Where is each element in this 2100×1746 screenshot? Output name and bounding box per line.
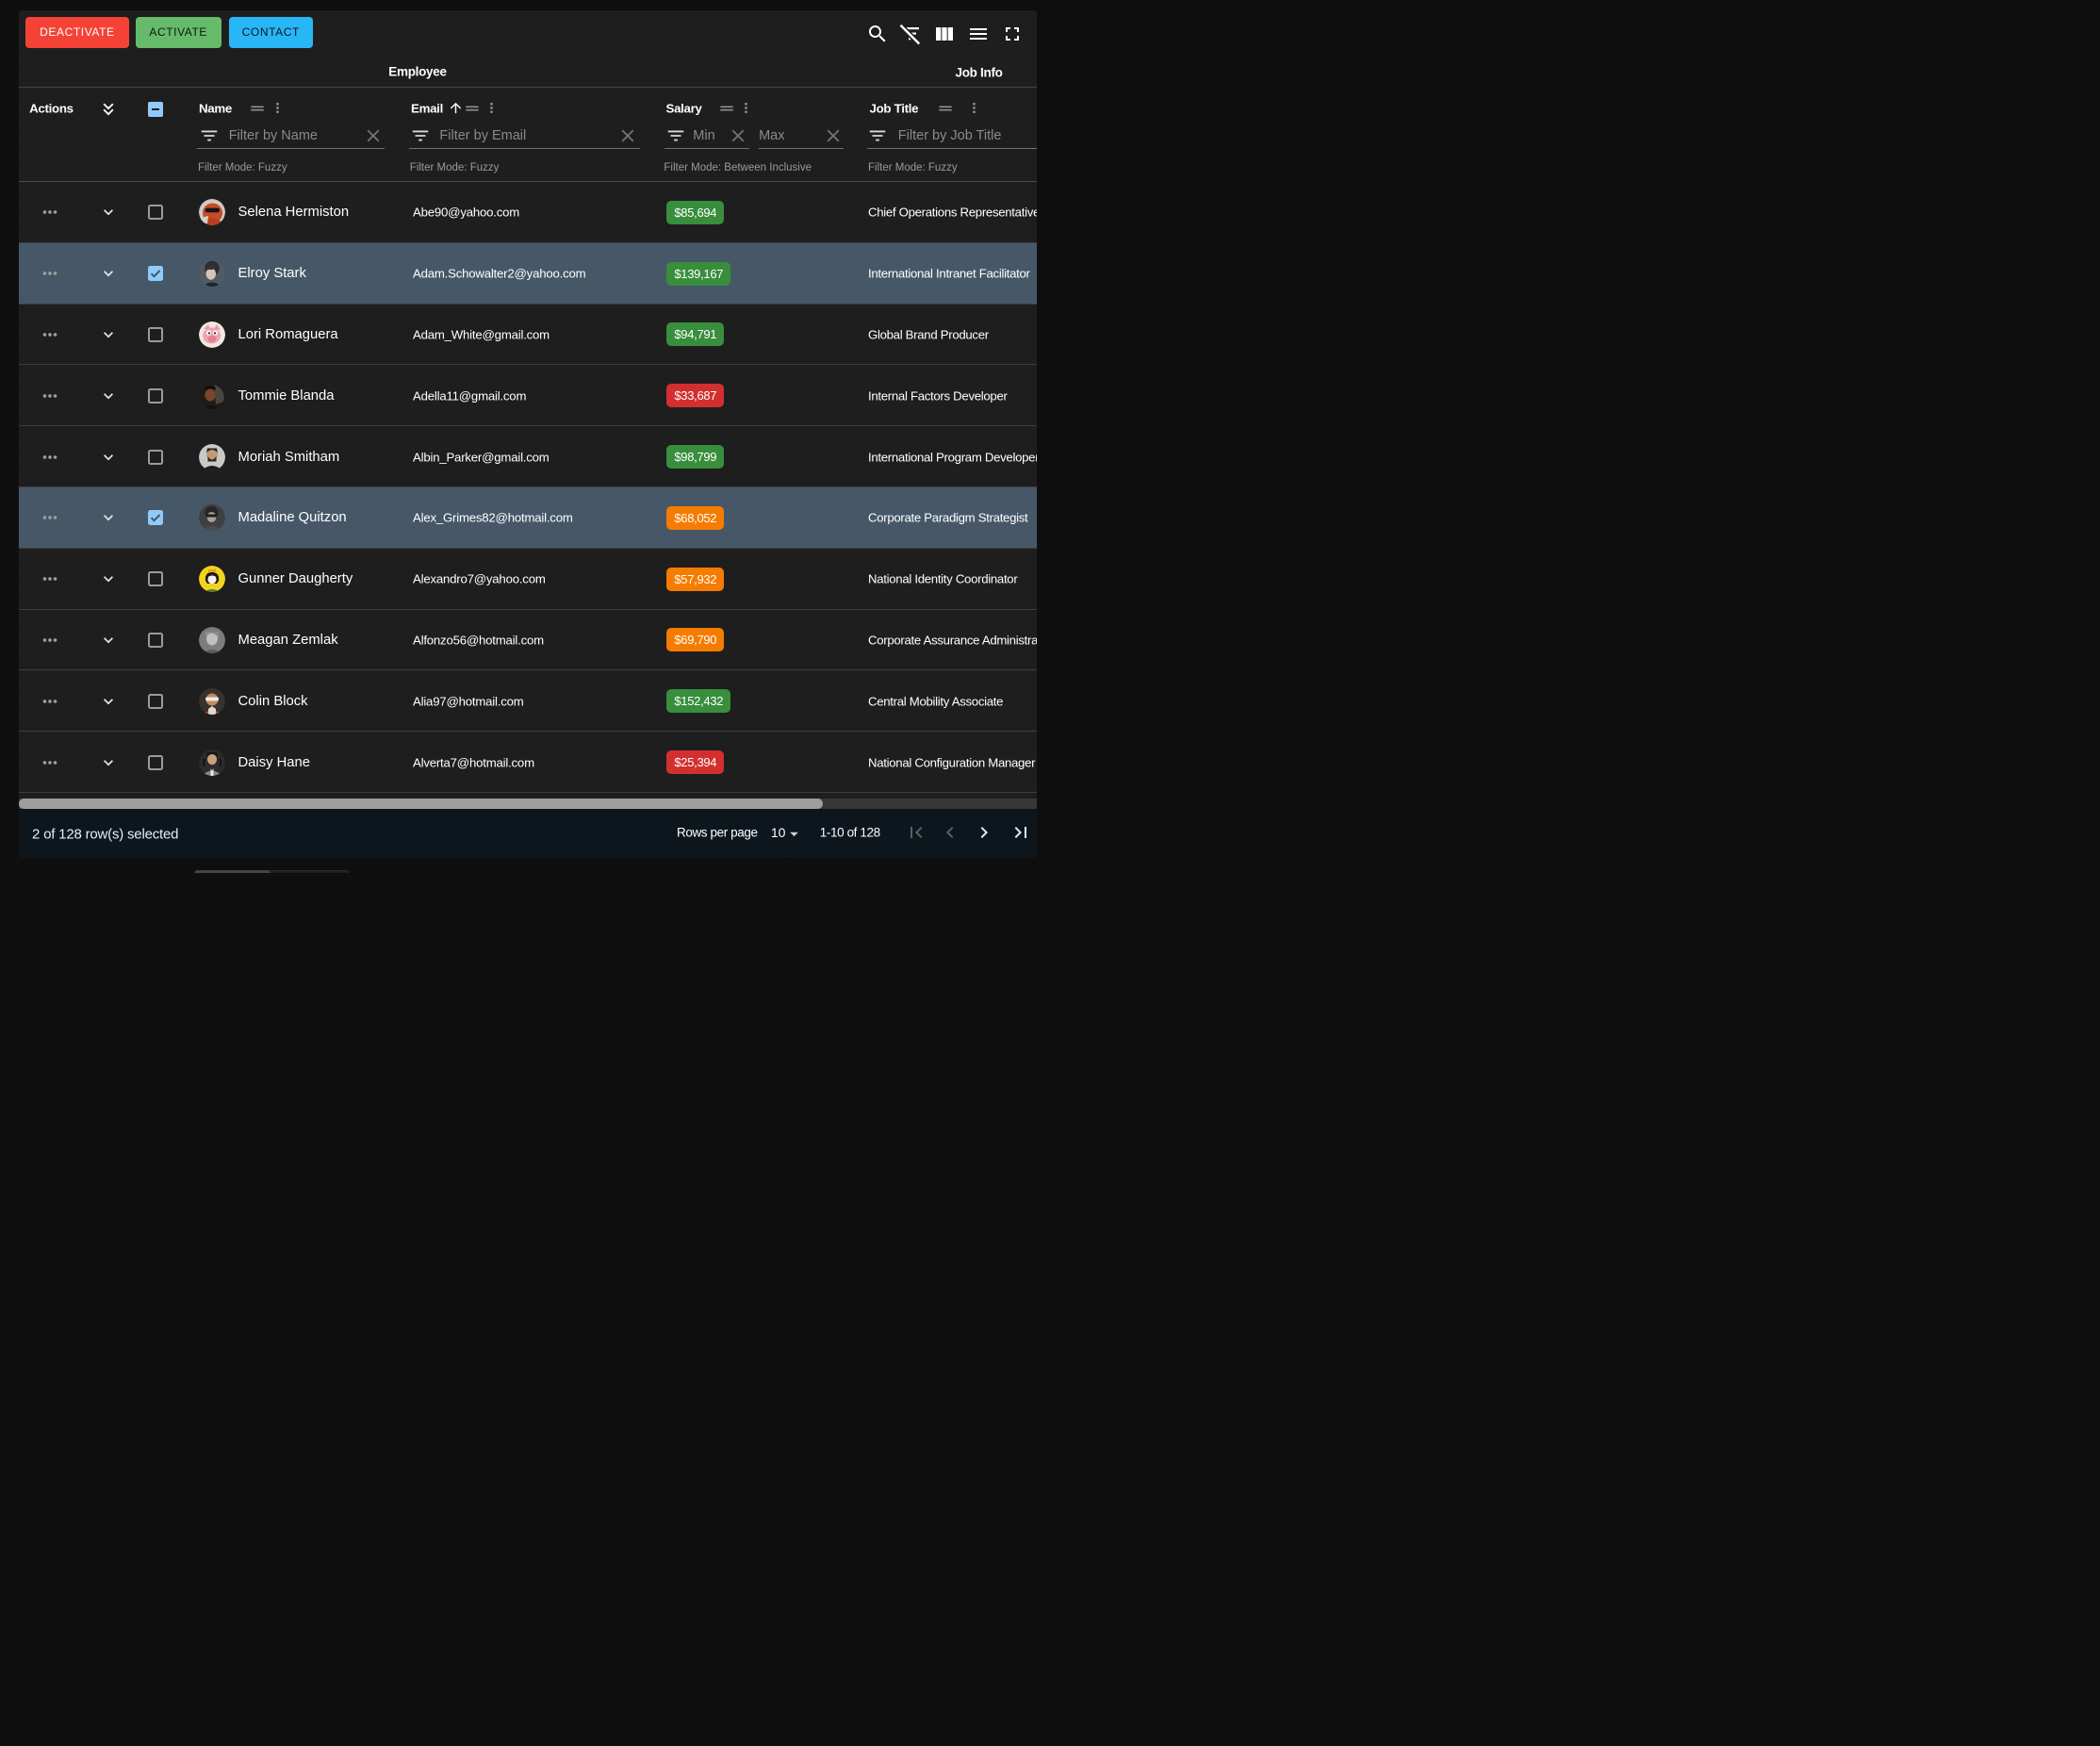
svg-text:yay!: yay! — [207, 568, 215, 573]
